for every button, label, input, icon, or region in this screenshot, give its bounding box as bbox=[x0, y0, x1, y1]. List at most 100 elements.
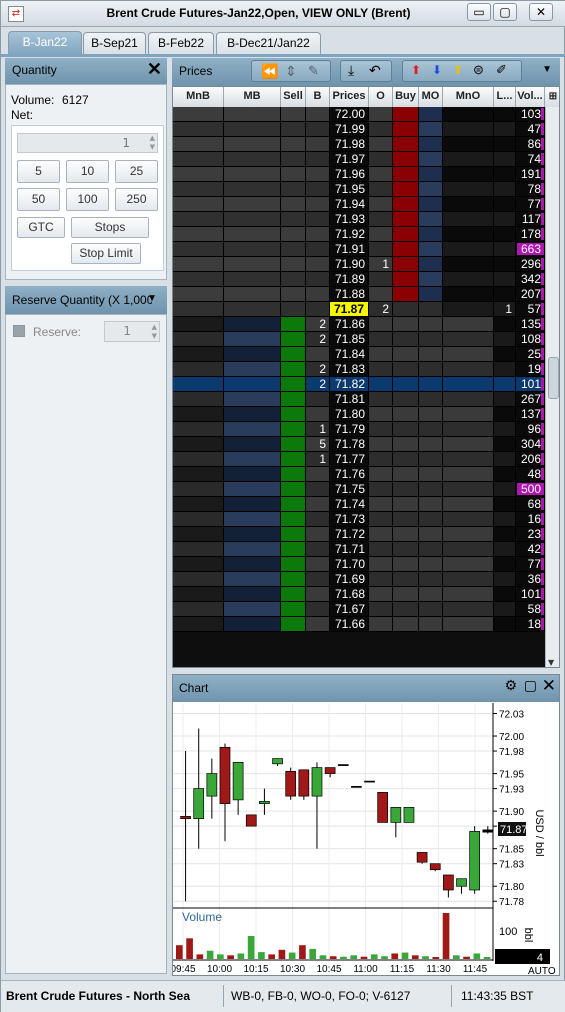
cell-l[interactable] bbox=[494, 587, 516, 602]
cell-vol[interactable]: 304 bbox=[516, 437, 545, 452]
cell-mno[interactable] bbox=[443, 422, 494, 437]
cell-b[interactable] bbox=[306, 557, 330, 572]
cell-price[interactable]: 71.67 bbox=[330, 602, 369, 617]
cell-mnb[interactable] bbox=[173, 617, 224, 632]
cell-o[interactable] bbox=[369, 437, 393, 452]
ladder-row[interactable]: 5 71.78 304 bbox=[173, 437, 545, 452]
cell-buy[interactable] bbox=[393, 557, 419, 572]
ladder-row[interactable]: 71.97 74 bbox=[173, 152, 545, 167]
cell-sell[interactable] bbox=[281, 332, 306, 347]
cell-price[interactable]: 71.95 bbox=[330, 182, 369, 197]
cell-mb[interactable] bbox=[224, 227, 281, 242]
cell-l[interactable] bbox=[494, 482, 516, 497]
cell-sell[interactable] bbox=[281, 302, 306, 317]
cell-l[interactable] bbox=[494, 467, 516, 482]
cell-vol[interactable]: 137 bbox=[516, 407, 545, 422]
cell-mo[interactable] bbox=[419, 467, 443, 482]
col-mo[interactable]: MO bbox=[419, 87, 443, 107]
cell-mnb[interactable] bbox=[173, 377, 224, 392]
cell-mb[interactable] bbox=[224, 182, 281, 197]
cell-buy[interactable] bbox=[393, 122, 419, 137]
cell-sell[interactable] bbox=[281, 482, 306, 497]
cell-sell[interactable] bbox=[281, 407, 306, 422]
cell-mno[interactable] bbox=[443, 302, 494, 317]
ladder-row[interactable]: 71.87 2 1 57 bbox=[173, 302, 545, 317]
cell-buy[interactable] bbox=[393, 197, 419, 212]
cell-sell[interactable] bbox=[281, 572, 306, 587]
cell-mnb[interactable] bbox=[173, 257, 224, 272]
cell-mnb[interactable] bbox=[173, 602, 224, 617]
cell-l[interactable] bbox=[494, 287, 516, 302]
grid-icon[interactable]: ⊜ bbox=[473, 62, 484, 78]
cell-sell[interactable] bbox=[281, 452, 306, 467]
cell-l[interactable] bbox=[494, 362, 516, 377]
cell-o[interactable] bbox=[369, 572, 393, 587]
cell-l[interactable] bbox=[494, 182, 516, 197]
cell-mb[interactable] bbox=[224, 527, 281, 542]
col-mno[interactable]: MnO bbox=[443, 87, 494, 107]
cell-vol[interactable]: 86 bbox=[516, 137, 545, 152]
cell-buy[interactable] bbox=[393, 272, 419, 287]
cell-mno[interactable] bbox=[443, 347, 494, 362]
cell-price[interactable]: 71.81 bbox=[330, 392, 369, 407]
cell-mno[interactable] bbox=[443, 617, 494, 632]
cell-mb[interactable] bbox=[224, 467, 281, 482]
cell-l[interactable] bbox=[494, 137, 516, 152]
cell-b[interactable] bbox=[306, 542, 330, 557]
gtc-button[interactable]: GTC bbox=[17, 217, 65, 238]
cell-mo[interactable] bbox=[419, 572, 443, 587]
ladder-row[interactable]: 71.90 1 296 bbox=[173, 257, 545, 272]
cell-mnb[interactable] bbox=[173, 512, 224, 527]
cell-vol[interactable]: 101 bbox=[516, 377, 545, 392]
cell-buy[interactable] bbox=[393, 212, 419, 227]
cell-price[interactable]: 71.91 bbox=[330, 242, 369, 257]
cell-o[interactable] bbox=[369, 467, 393, 482]
cell-sell[interactable] bbox=[281, 107, 306, 122]
cell-o[interactable] bbox=[369, 422, 393, 437]
cell-buy[interactable] bbox=[393, 407, 419, 422]
ladder-row[interactable]: 71.72 23 bbox=[173, 527, 545, 542]
cell-b[interactable] bbox=[306, 512, 330, 527]
cell-mnb[interactable] bbox=[173, 137, 224, 152]
cell-b[interactable] bbox=[306, 602, 330, 617]
cell-buy[interactable] bbox=[393, 362, 419, 377]
preset-5-button[interactable]: 5 bbox=[17, 160, 60, 183]
cell-mno[interactable] bbox=[443, 272, 494, 287]
ladder-row[interactable]: 71.70 77 bbox=[173, 557, 545, 572]
cell-price[interactable]: 71.72 bbox=[330, 527, 369, 542]
cell-b[interactable] bbox=[306, 407, 330, 422]
cell-b[interactable] bbox=[306, 197, 330, 212]
cell-vol[interactable]: 108 bbox=[516, 332, 545, 347]
cell-l[interactable] bbox=[494, 572, 516, 587]
cell-mo[interactable] bbox=[419, 182, 443, 197]
cell-vol[interactable]: 135 bbox=[516, 317, 545, 332]
cell-o[interactable] bbox=[369, 287, 393, 302]
maximize-button[interactable]: ▢ bbox=[493, 3, 517, 21]
cell-mo[interactable] bbox=[419, 332, 443, 347]
cell-price[interactable]: 71.84 bbox=[330, 347, 369, 362]
cell-price[interactable]: 71.85 bbox=[330, 332, 369, 347]
cell-vol[interactable]: 57 bbox=[516, 302, 545, 317]
cell-mnb[interactable] bbox=[173, 587, 224, 602]
cell-buy[interactable] bbox=[393, 392, 419, 407]
cell-buy[interactable] bbox=[393, 107, 419, 122]
cell-o[interactable] bbox=[369, 152, 393, 167]
cell-vol[interactable]: 267 bbox=[516, 392, 545, 407]
cell-o[interactable] bbox=[369, 227, 393, 242]
cell-b[interactable] bbox=[306, 272, 330, 287]
col-prices[interactable]: Prices bbox=[330, 87, 369, 107]
ladder-row[interactable]: 71.71 42 bbox=[173, 542, 545, 557]
cell-mnb[interactable] bbox=[173, 227, 224, 242]
cell-price[interactable]: 71.86 bbox=[330, 317, 369, 332]
cell-mnb[interactable] bbox=[173, 392, 224, 407]
cell-price[interactable]: 71.89 bbox=[330, 272, 369, 287]
cell-mnb[interactable] bbox=[173, 407, 224, 422]
preset-250-button[interactable]: 250 bbox=[115, 188, 158, 211]
cell-l[interactable] bbox=[494, 497, 516, 512]
cell-mno[interactable] bbox=[443, 257, 494, 272]
cell-mb[interactable] bbox=[224, 482, 281, 497]
cell-vol[interactable]: 206 bbox=[516, 452, 545, 467]
cell-o[interactable] bbox=[369, 197, 393, 212]
cell-mo[interactable] bbox=[419, 392, 443, 407]
cell-mo[interactable] bbox=[419, 602, 443, 617]
